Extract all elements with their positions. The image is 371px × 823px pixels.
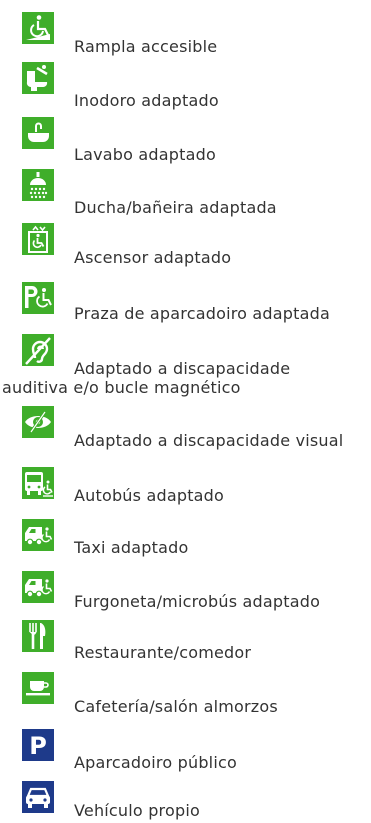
legend-label: Vehículo propio	[74, 801, 200, 820]
accessible-bus-icon	[22, 467, 54, 499]
coffee-cup-icon	[22, 672, 54, 704]
legend-label-line1: Adaptado a discapacidade	[74, 359, 291, 378]
accessible-taxi-icon	[22, 519, 54, 551]
legend-label: Aparcadoiro público	[74, 753, 237, 772]
legend-label: Rampla accesible	[74, 37, 218, 56]
legend-label: Furgoneta/microbús adaptado	[74, 592, 321, 611]
legend-label: Inodoro adaptado	[74, 91, 219, 110]
legend-label: Cafetería/salón almorzos	[74, 697, 278, 716]
legend-label: Adaptado a discapacidade visual	[74, 431, 344, 450]
wheelchair-ramp-icon	[22, 12, 54, 44]
toilet-icon	[22, 62, 54, 94]
accessibility-legend: Rampla accesible Inodoro adaptado Lavabo…	[0, 0, 371, 823]
legend-label: Restaurante/comedor	[74, 643, 252, 662]
parking-letter: P	[29, 732, 47, 760]
visual-impairment-icon	[22, 406, 54, 438]
fork-knife-icon	[22, 620, 54, 652]
washbasin-icon	[22, 117, 54, 149]
legend-label: Lavabo adaptado	[74, 145, 216, 164]
shower-icon	[22, 169, 54, 201]
legend-label: Taxi adaptado	[74, 538, 189, 557]
accessible-van-icon	[22, 571, 54, 603]
elevator-icon	[22, 223, 54, 255]
legend-label: Adaptado a discapacidade auditiva e/o bu…	[2, 359, 371, 397]
legend-label-line2: auditiva e/o bucle magnético	[2, 378, 241, 397]
legend-label: Autobús adaptado	[74, 486, 225, 505]
accessible-parking-icon	[22, 282, 54, 314]
legend-label: Ducha/bañeira adaptada	[74, 198, 277, 217]
car-icon	[22, 781, 54, 813]
legend-label: Ascensor adaptado	[74, 248, 232, 267]
parking-icon: P	[22, 729, 54, 761]
legend-label: Praza de aparcadoiro adaptada	[74, 304, 330, 323]
